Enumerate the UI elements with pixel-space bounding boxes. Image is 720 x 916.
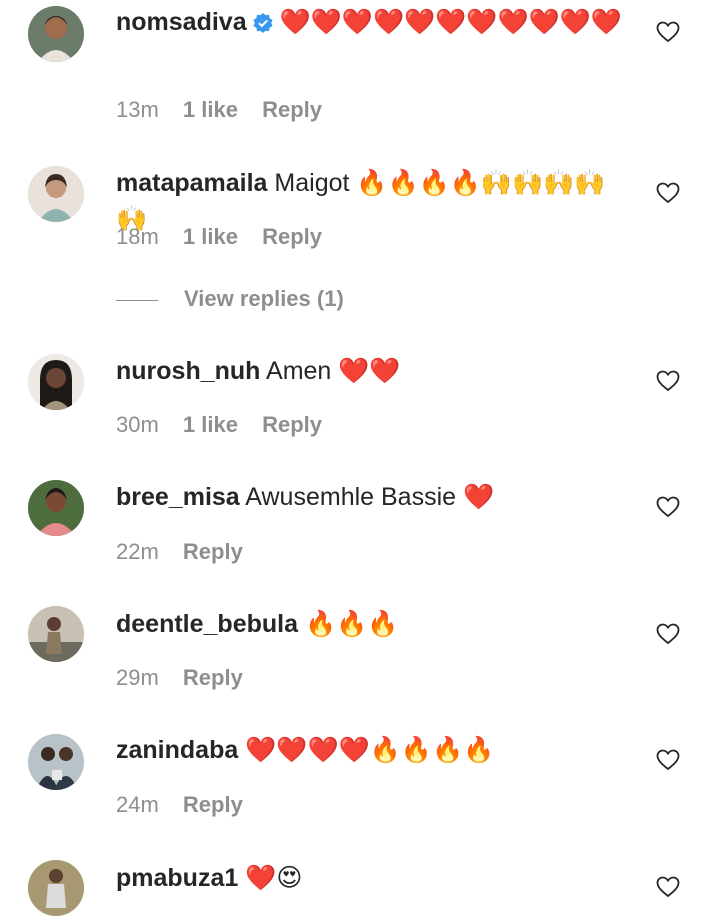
comment-meta: 13m 1 like Reply [116, 97, 340, 123]
comment-body: nurosh_nuh Amen ❤️❤️ [116, 353, 631, 389]
comment-meta: 22m Reply [116, 539, 261, 565]
comment-time: 30m [116, 412, 159, 437]
comment-text: Amen ❤️❤️ [266, 357, 401, 385]
reply-button[interactable]: Reply [183, 792, 243, 817]
comment-likes[interactable]: 1 like [183, 412, 238, 437]
comment-text: Awusemhle Bassie ❤️ [245, 483, 495, 511]
comment-username[interactable]: nomsadiva [116, 8, 247, 36]
heart-outline-icon[interactable] [656, 370, 680, 392]
comment-time: 18m [116, 224, 159, 249]
comment-username[interactable]: zanindaba [116, 736, 238, 764]
comment-meta: 24m Reply [116, 792, 261, 818]
comment-meta: 30m 1 like Reply [116, 412, 340, 438]
reply-button[interactable]: Reply [262, 412, 322, 437]
comment-body: pmabuza1 ❤️😍 [116, 860, 631, 896]
avatar[interactable] [28, 480, 84, 536]
comment-time: 22m [116, 539, 159, 564]
avatar-image [28, 6, 84, 62]
avatar[interactable] [28, 354, 84, 410]
avatar[interactable] [28, 860, 84, 916]
avatar-image [28, 606, 84, 662]
reply-button[interactable]: Reply [262, 224, 322, 249]
avatar[interactable] [28, 166, 84, 222]
avatar-image [28, 734, 84, 790]
avatar[interactable] [28, 6, 84, 62]
comment-text: ❤️😍 [245, 864, 303, 892]
view-replies-button[interactable]: View replies (1) [116, 286, 344, 312]
comment-time: 29m [116, 665, 159, 690]
reply-button[interactable]: Reply [262, 97, 322, 122]
comment-username[interactable]: matapamaila [116, 169, 267, 197]
avatar-image [28, 354, 84, 410]
comment-username[interactable]: pmabuza1 [116, 864, 238, 892]
comment-body: deentle_bebula 🔥🔥🔥 [116, 606, 631, 642]
avatar-image [28, 480, 84, 536]
avatar-image [28, 166, 84, 222]
comment-body: nomsadiva ❤️❤️❤️❤️❤️❤️❤️❤️❤️❤️❤️ [116, 4, 631, 43]
comment-time: 24m [116, 792, 159, 817]
view-replies-label: View replies (1) [184, 286, 344, 311]
heart-outline-icon[interactable] [656, 623, 680, 645]
heart-outline-icon[interactable] [656, 182, 680, 204]
heart-outline-icon[interactable] [656, 876, 680, 898]
comment-body: zanindaba ❤️❤️❤️❤️🔥🔥🔥🔥 [116, 732, 631, 768]
reply-button[interactable]: Reply [183, 539, 243, 564]
comment-body: bree_misa Awusemhle Bassie ❤️ [116, 479, 631, 515]
comment-username[interactable]: nurosh_nuh [116, 357, 260, 385]
reply-button[interactable]: Reply [183, 665, 243, 690]
comment-likes[interactable]: 1 like [183, 97, 238, 122]
comment-text: ❤️❤️❤️❤️🔥🔥🔥🔥 [245, 736, 495, 764]
heart-outline-icon[interactable] [656, 749, 680, 771]
view-replies-divider [116, 299, 158, 301]
comment-meta: 29m Reply [116, 665, 261, 691]
comment-text: ❤️❤️❤️❤️❤️❤️❤️❤️❤️❤️❤️ [279, 8, 622, 36]
avatar-image [28, 860, 84, 916]
heart-outline-icon[interactable] [656, 21, 680, 43]
verified-badge-icon [253, 7, 273, 43]
comment-time: 13m [116, 97, 159, 122]
avatar[interactable] [28, 606, 84, 662]
heart-outline-icon[interactable] [656, 496, 680, 518]
avatar[interactable] [28, 734, 84, 790]
comment-likes[interactable]: 1 like [183, 224, 238, 249]
comment-meta: 18m 1 like Reply [116, 224, 340, 250]
comment-username[interactable]: deentle_bebula [116, 610, 298, 638]
comment-text: 🔥🔥🔥 [304, 610, 399, 638]
comment-username[interactable]: bree_misa [116, 483, 240, 511]
